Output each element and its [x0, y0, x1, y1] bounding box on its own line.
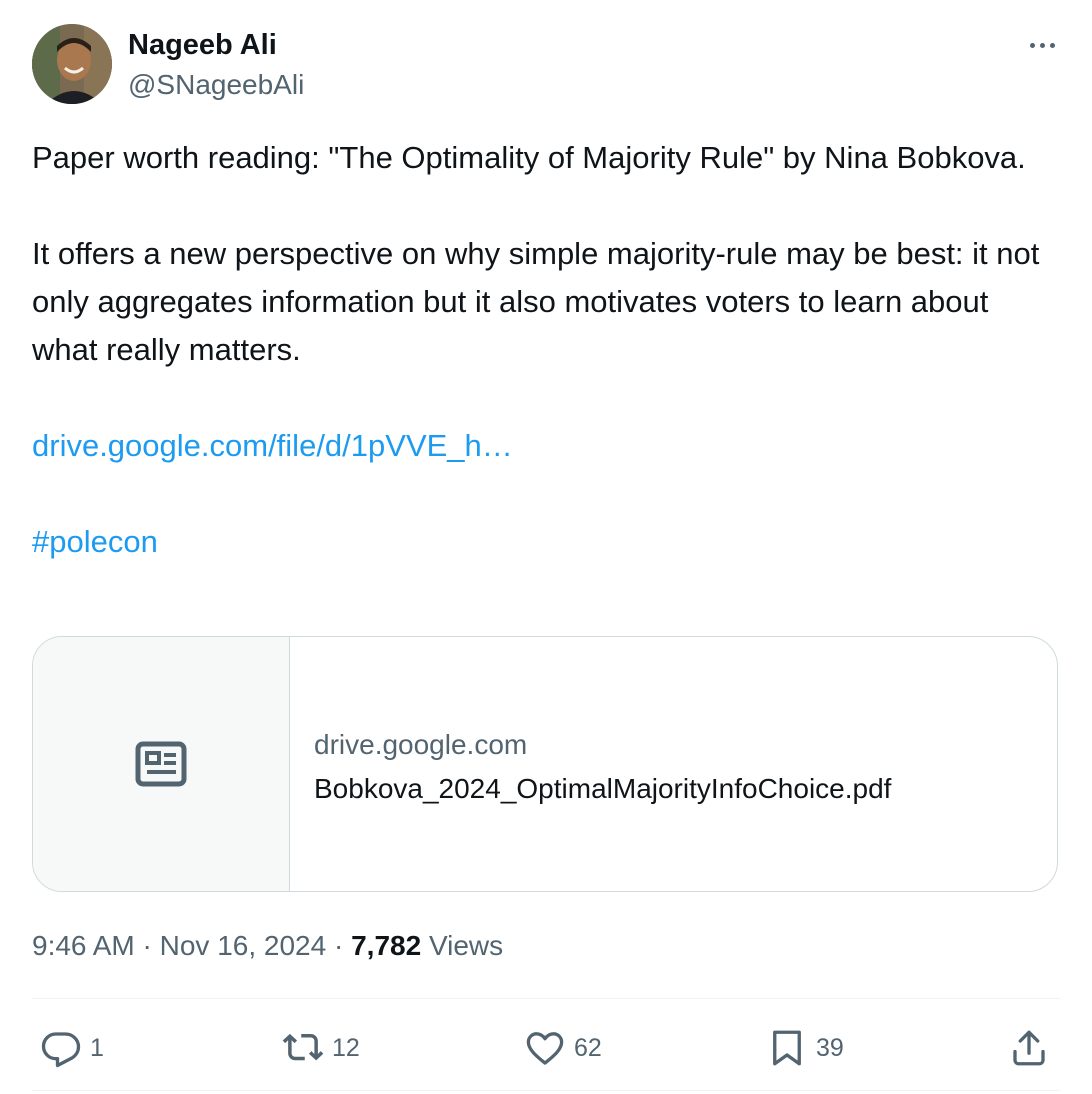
more-icon-dot: [1039, 42, 1045, 48]
tweet-time[interactable]: 9:46 AM: [32, 930, 135, 961]
retweet-icon: [282, 1033, 324, 1061]
reply-icon: [41, 1032, 81, 1068]
tweet-link[interactable]: drive.google.com/file/d/1pVVE_h…: [32, 428, 513, 463]
tweet-date[interactable]: Nov 16, 2024: [160, 930, 327, 961]
card-meta: drive.google.com Bobkova_2024_OptimalMaj…: [314, 723, 1037, 811]
more-icon: [1029, 42, 1035, 48]
separator: ·: [142, 930, 152, 961]
card-title: Bobkova_2024_OptimalMajorityInfoChoice.p…: [314, 773, 892, 804]
tweet-paragraph-1: Paper worth reading: "The Optimality of …: [32, 140, 1026, 175]
divider: [32, 998, 1060, 999]
avatar-image: [32, 24, 112, 104]
author-handle[interactable]: @SNageebAli: [128, 68, 304, 102]
author-display-name[interactable]: Nageeb Ali: [128, 28, 277, 62]
more-icon-dot: [1049, 42, 1055, 48]
avatar[interactable]: [32, 24, 112, 104]
divider: [32, 1090, 1060, 1091]
more-button[interactable]: [1022, 30, 1062, 60]
tweet-meta: 9:46 AM · Nov 16, 2024 · 7,782 Views: [32, 926, 503, 966]
article-icon: [135, 741, 187, 787]
retweet-button[interactable]: 12: [282, 1026, 360, 1070]
views-label: Views: [428, 930, 504, 961]
bookmark-icon: [773, 1030, 801, 1066]
reply-button[interactable]: 1: [40, 1026, 104, 1070]
retweet-count: 12: [332, 1033, 360, 1062]
like-button[interactable]: 62: [524, 1026, 602, 1070]
tweet-paragraph-2: It offers a new perspective on why simpl…: [32, 236, 1040, 367]
card-thumbnail: [33, 637, 290, 891]
hashtag-link[interactable]: #polecon: [32, 524, 158, 559]
link-card[interactable]: drive.google.com Bobkova_2024_OptimalMaj…: [32, 636, 1058, 892]
tweet: Nageeb Ali @SNageebAli Paper worth readi…: [0, 0, 1092, 1094]
card-domain: drive.google.com: [314, 729, 528, 760]
share-icon: [1013, 1030, 1045, 1066]
heart-icon: [526, 1032, 564, 1065]
like-count: 62: [574, 1033, 602, 1062]
views-count[interactable]: 7,782: [351, 930, 421, 961]
share-button[interactable]: [1008, 1026, 1050, 1070]
separator: ·: [333, 930, 344, 961]
reply-count: 1: [90, 1033, 104, 1062]
bookmark-button[interactable]: 39: [766, 1026, 844, 1070]
tweet-text: Paper worth reading: "The Optimality of …: [32, 134, 1042, 566]
bookmark-count: 39: [816, 1033, 844, 1062]
